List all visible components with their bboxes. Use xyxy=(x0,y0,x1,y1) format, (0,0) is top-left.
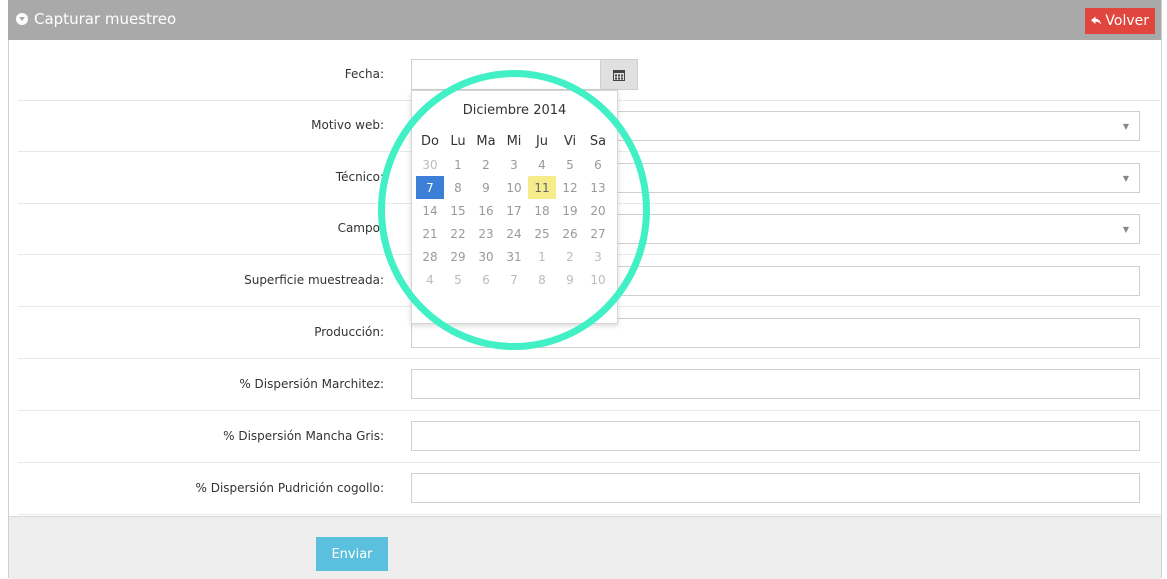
datepicker-day[interactable]: 2 xyxy=(556,245,584,268)
pudricion-label: % Dispersión Pudrición cogollo: xyxy=(195,481,384,495)
datepicker-day[interactable]: 7 xyxy=(416,176,444,199)
chevron-circle-icon xyxy=(16,13,28,25)
datepicker-day[interactable]: 18 xyxy=(528,199,556,222)
motivo-web-label: Motivo web: xyxy=(311,118,384,132)
datepicker-month-title[interactable]: Diciembre 2014 xyxy=(412,103,617,118)
submit-button[interactable]: Enviar xyxy=(316,537,388,571)
panel-title-text: Capturar muestreo xyxy=(34,10,177,28)
datepicker-day[interactable]: 4 xyxy=(528,153,556,176)
datepicker-day[interactable]: 7 xyxy=(500,268,528,291)
datepicker-day[interactable]: 5 xyxy=(444,268,472,291)
datepicker-grid: Do Lu Ma Mi Ju Vi Sa 30 1 2 3 4 5 6 7 8 9 10 11 12 13 14 15 16… xyxy=(416,129,612,291)
datepicker-day[interactable]: 21 xyxy=(416,222,444,245)
datepicker-day[interactable]: 28 xyxy=(416,245,444,268)
datepicker-weekdays: Do Lu Ma Mi Ju Vi Sa xyxy=(416,129,612,153)
marchitez-label: % Dispersión Marchitez: xyxy=(239,377,384,391)
panel-title: Capturar muestreo xyxy=(16,10,176,28)
datepicker-day[interactable]: 1 xyxy=(528,245,556,268)
produccion-label: Producción: xyxy=(314,325,384,339)
datepicker-day[interactable]: 9 xyxy=(556,268,584,291)
weekday-header: Ju xyxy=(535,133,549,149)
form-footer xyxy=(9,516,1161,579)
fecha-input[interactable] xyxy=(411,59,601,90)
datepicker-day[interactable]: 30 xyxy=(472,245,500,268)
datepicker-day[interactable]: 15 xyxy=(444,199,472,222)
back-button[interactable]: Volver xyxy=(1085,8,1155,34)
caret-down-icon: ▼ xyxy=(1122,174,1129,183)
datepicker-day[interactable]: 17 xyxy=(500,199,528,222)
panel-header: Capturar muestreo Volver xyxy=(8,0,1161,40)
datepicker-week-row: 14 15 16 17 18 19 20 xyxy=(416,199,612,222)
datepicker-week-row: 7 8 9 10 11 12 13 xyxy=(416,176,612,199)
datepicker-day[interactable]: 8 xyxy=(528,268,556,291)
caret-down-icon: ▼ xyxy=(1122,225,1129,234)
tecnico-label: Técnico: xyxy=(335,170,384,184)
datepicker-day[interactable]: 3 xyxy=(584,245,612,268)
datepicker-day[interactable]: 27 xyxy=(584,222,612,245)
datepicker-day[interactable]: 14 xyxy=(416,199,444,222)
weekday-header: Mi xyxy=(506,133,522,149)
datepicker-day[interactable]: 22 xyxy=(444,222,472,245)
datepicker-day[interactable]: 29 xyxy=(444,245,472,268)
datepicker-day[interactable]: 25 xyxy=(528,222,556,245)
datepicker-day[interactable]: 9 xyxy=(472,176,500,199)
reply-arrow-icon xyxy=(1091,16,1102,26)
mancha-gris-label: % Dispersión Mancha Gris: xyxy=(223,429,384,443)
campo-label: Campo: xyxy=(337,221,384,235)
calendar-icon xyxy=(613,69,625,81)
datepicker-day[interactable]: 10 xyxy=(500,176,528,199)
calendar-button[interactable] xyxy=(600,59,638,90)
datepicker-week-row: 28 29 30 31 1 2 3 xyxy=(416,245,612,268)
datepicker-day[interactable]: 24 xyxy=(500,222,528,245)
datepicker-day[interactable]: 26 xyxy=(556,222,584,245)
back-button-label: Volver xyxy=(1105,13,1149,29)
datepicker-popup: Diciembre 2014 Do Lu Ma Mi Ju Vi Sa 30 1 2 3 4 5 6 7 8… xyxy=(411,90,618,324)
datepicker-day[interactable]: 10 xyxy=(584,268,612,291)
datepicker-day[interactable]: 31 xyxy=(500,245,528,268)
datepicker-day[interactable]: 30 xyxy=(416,153,444,176)
datepicker-day[interactable]: 5 xyxy=(556,153,584,176)
datepicker-day[interactable]: 3 xyxy=(500,153,528,176)
datepicker-day[interactable]: 2 xyxy=(472,153,500,176)
datepicker-day[interactable]: 4 xyxy=(416,268,444,291)
datepicker-week-row: 21 22 23 24 25 26 27 xyxy=(416,222,612,245)
datepicker-day[interactable]: 6 xyxy=(472,268,500,291)
datepicker-weeks: 30 1 2 3 4 5 6 7 8 9 10 11 12 13 14 15 16 17 18 19 20 21 22 23 2… xyxy=(416,153,612,291)
marchitez-input[interactable] xyxy=(411,369,1140,399)
weekday-header: Ma xyxy=(476,133,496,149)
datepicker-day[interactable]: 23 xyxy=(472,222,500,245)
fecha-label: Fecha: xyxy=(344,67,384,81)
datepicker-day[interactable]: 8 xyxy=(444,176,472,199)
weekday-header: Lu xyxy=(450,133,466,149)
datepicker-week-row: 30 1 2 3 4 5 6 xyxy=(416,153,612,176)
datepicker-day[interactable]: 1 xyxy=(444,153,472,176)
weekday-header: Sa xyxy=(589,133,607,149)
weekday-header: Vi xyxy=(563,133,577,149)
weekday-header: Do xyxy=(421,133,439,149)
mancha-gris-input[interactable] xyxy=(411,421,1140,451)
datepicker-day[interactable]: 16 xyxy=(472,199,500,222)
datepicker-day[interactable]: 19 xyxy=(556,199,584,222)
datepicker-day[interactable]: 12 xyxy=(556,176,584,199)
datepicker-day[interactable]: 20 xyxy=(584,199,612,222)
superficie-label: Superficie muestreada: xyxy=(244,273,384,287)
pudricion-input[interactable] xyxy=(411,473,1140,503)
caret-down-icon: ▼ xyxy=(1122,122,1129,131)
datepicker-week-row: 4 5 6 7 8 9 10 xyxy=(416,268,612,291)
datepicker-day[interactable]: 11 xyxy=(528,176,556,199)
datepicker-day[interactable]: 6 xyxy=(584,153,612,176)
datepicker-day[interactable]: 13 xyxy=(584,176,612,199)
